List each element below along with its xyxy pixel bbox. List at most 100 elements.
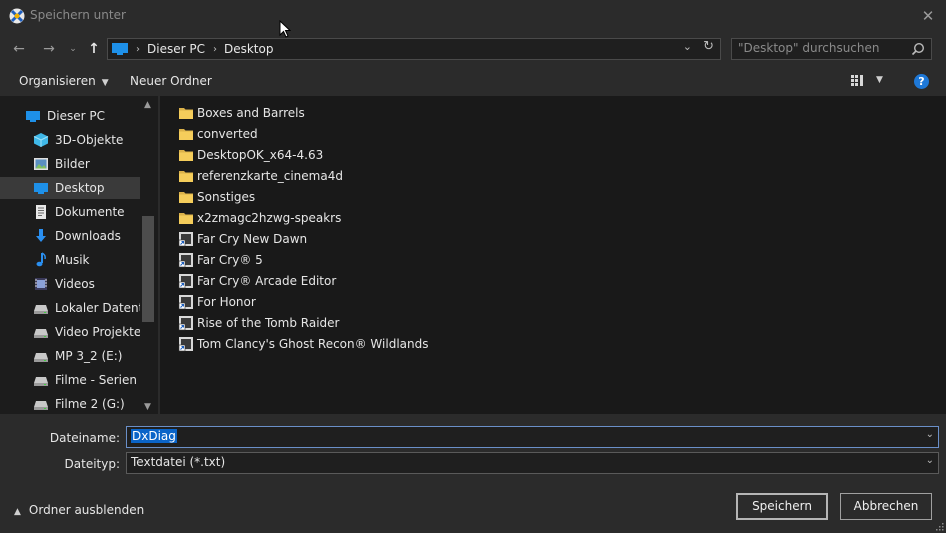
game-shortcut-icon [178, 231, 194, 247]
view-caret-down-icon[interactable]: ▼ [876, 75, 883, 85]
sidebar-item[interactable]: Dokumente [0, 201, 140, 223]
folder-icon [178, 210, 194, 226]
drive-icon [33, 348, 49, 364]
hide-folders-toggle[interactable]: ▲ Ordner ausblenden [14, 503, 144, 517]
sidebar-item[interactable]: 3D-Objekte [0, 129, 140, 151]
folder-icon [178, 105, 194, 121]
sidebar-item-label: 3D-Objekte [55, 133, 124, 147]
search-input[interactable] [738, 41, 908, 55]
breadcrumb-separator-icon: › [136, 43, 140, 55]
caret-down-icon: ▼ [101, 78, 109, 88]
organize-button[interactable]: Organisieren ▼ [19, 74, 109, 88]
folder-icon [178, 168, 194, 184]
drive-icon [33, 324, 49, 340]
list-item[interactable]: referenzkarte_cinema4d [178, 165, 343, 186]
list-item[interactable]: DesktopOK_x64-4.63 [178, 144, 323, 165]
list-item[interactable]: converted [178, 123, 258, 144]
pc-icon [25, 108, 41, 124]
breadcrumb-desktop[interactable]: Desktop [224, 42, 274, 56]
view-options-icon[interactable] [850, 74, 866, 88]
game-shortcut-icon [178, 336, 194, 352]
list-item[interactable]: Far Cry New Dawn [178, 228, 307, 249]
sidebar-item[interactable]: Dieser PC [0, 105, 140, 127]
game-shortcut-icon [178, 315, 194, 331]
list-item-name: Far Cry New Dawn [197, 231, 308, 246]
forward-arrow-icon[interactable]: → [39, 39, 59, 59]
resize-grip-icon[interactable] [934, 521, 944, 531]
recent-locations-chevron-icon[interactable]: ⌄ [63, 39, 83, 59]
back-arrow-icon[interactable]: ← [9, 39, 29, 59]
folder-icon [178, 126, 194, 142]
chevron-up-icon: ▲ [14, 507, 21, 517]
scroll-up-icon[interactable]: ▲ [144, 100, 151, 110]
sidebar-item-label: Bilder [55, 157, 90, 171]
chevron-down-icon[interactable]: ⌄ [926, 455, 934, 466]
sidebar-item[interactable]: Lokaler Datenträ [0, 297, 140, 319]
list-item[interactable]: Far Cry® Arcade Editor [178, 270, 336, 291]
scroll-down-icon[interactable]: ▼ [144, 402, 151, 412]
sidebar-item-label: Desktop [55, 181, 105, 195]
search-box[interactable] [731, 38, 932, 60]
game-shortcut-icon [178, 273, 194, 289]
title-bar: Speichern unter ✕ [0, 0, 946, 38]
filetype-select[interactable]: Textdatei (*.txt) ⌄ [126, 452, 939, 474]
sidebar-item-label: Downloads [55, 229, 121, 243]
refresh-icon[interactable]: ↻ [703, 39, 714, 54]
music-icon [33, 252, 49, 268]
list-item-name: Far Cry® 5 [197, 252, 263, 267]
help-icon[interactable]: ? [914, 74, 929, 89]
drive-icon [33, 300, 49, 316]
breadcrumb-separator-icon: › [212, 43, 217, 55]
app-icon [9, 8, 25, 24]
sidebar-item[interactable]: MP 3_2 (E:) [0, 345, 140, 367]
sidebar-item[interactable]: Filme 2 (G:) [0, 393, 140, 414]
new-folder-button[interactable]: Neuer Ordner [130, 74, 212, 88]
sidebar-item[interactable]: Desktop [0, 177, 140, 199]
sidebar-item-label: Videos [55, 277, 95, 291]
sidebar-item-label: Video Projekte (I [55, 325, 140, 339]
sidebar-item-label: Musik [55, 253, 90, 267]
sidebar-item-label: Filme - Serien (F: [55, 373, 140, 387]
list-item-name: Boxes and Barrels [197, 105, 305, 120]
scroll-thumb[interactable] [142, 216, 154, 322]
nav-scrollbar[interactable]: ▲ ▼ [140, 96, 158, 414]
sidebar-item[interactable]: Videos [0, 273, 140, 295]
filename-value[interactable]: DxDiag [131, 429, 177, 443]
sidebar-item[interactable]: Downloads [0, 225, 140, 247]
window-title: Speichern unter [30, 8, 126, 22]
documents-icon [33, 204, 49, 220]
sidebar-item[interactable]: Musik [0, 249, 140, 271]
search-icon[interactable] [911, 42, 925, 56]
list-item[interactable]: Tom Clancy's Ghost Recon® Wildlands [178, 333, 428, 354]
sidebar-item-label: MP 3_2 (E:) [55, 349, 123, 363]
hide-folders-label: Ordner ausblenden [28, 503, 145, 517]
chevron-down-icon[interactable]: ⌄ [926, 429, 934, 440]
breadcrumb-dieser-pc[interactable]: Dieser PC [147, 42, 205, 56]
list-item[interactable]: Rise of the Tomb Raider [178, 312, 339, 333]
up-arrow-icon[interactable]: ↑ [84, 39, 104, 59]
address-bar[interactable]: › Dieser PC › Desktop ⌄ ↻ [107, 38, 721, 60]
close-icon[interactable]: ✕ [918, 6, 938, 26]
videos-icon [33, 276, 49, 292]
folder-icon [178, 189, 194, 205]
desktop-icon [33, 180, 49, 196]
list-item[interactable]: Sonstiges [178, 186, 255, 207]
sidebar-item-label: Dieser PC [47, 109, 105, 123]
sidebar-item[interactable]: Filme - Serien (F: [0, 369, 140, 391]
cancel-button[interactable]: Abbrechen [840, 493, 932, 520]
chevron-down-icon[interactable]: ⌄ [683, 40, 692, 53]
list-item-name: Tom Clancy's Ghost Recon® Wildlands [197, 336, 429, 351]
list-item[interactable]: Far Cry® 5 [178, 249, 263, 270]
navigation-pane: Dieser PC 3D-Objekte Bilder Desktop Dokument… [0, 96, 158, 414]
filename-field[interactable]: DxDiag ⌄ [126, 426, 939, 448]
sidebar-item[interactable]: Video Projekte (I [0, 321, 140, 343]
list-item[interactable]: Boxes and Barrels [178, 102, 305, 123]
sidebar-item[interactable]: Bilder [0, 153, 140, 175]
list-item[interactable]: For Honor [178, 291, 256, 312]
list-item[interactable]: x2zmagc2hzwg-speakrs [178, 207, 341, 228]
filetype-label: Dateityp: [64, 457, 120, 471]
list-item-name: Rise of the Tomb Raider [197, 315, 340, 330]
navigation-bar: ← → ⌄ ↑ › Dieser PC › Desktop ⌄ ↻ [0, 32, 946, 66]
list-item-name: converted [197, 126, 258, 141]
save-button[interactable]: Speichern [736, 493, 828, 520]
